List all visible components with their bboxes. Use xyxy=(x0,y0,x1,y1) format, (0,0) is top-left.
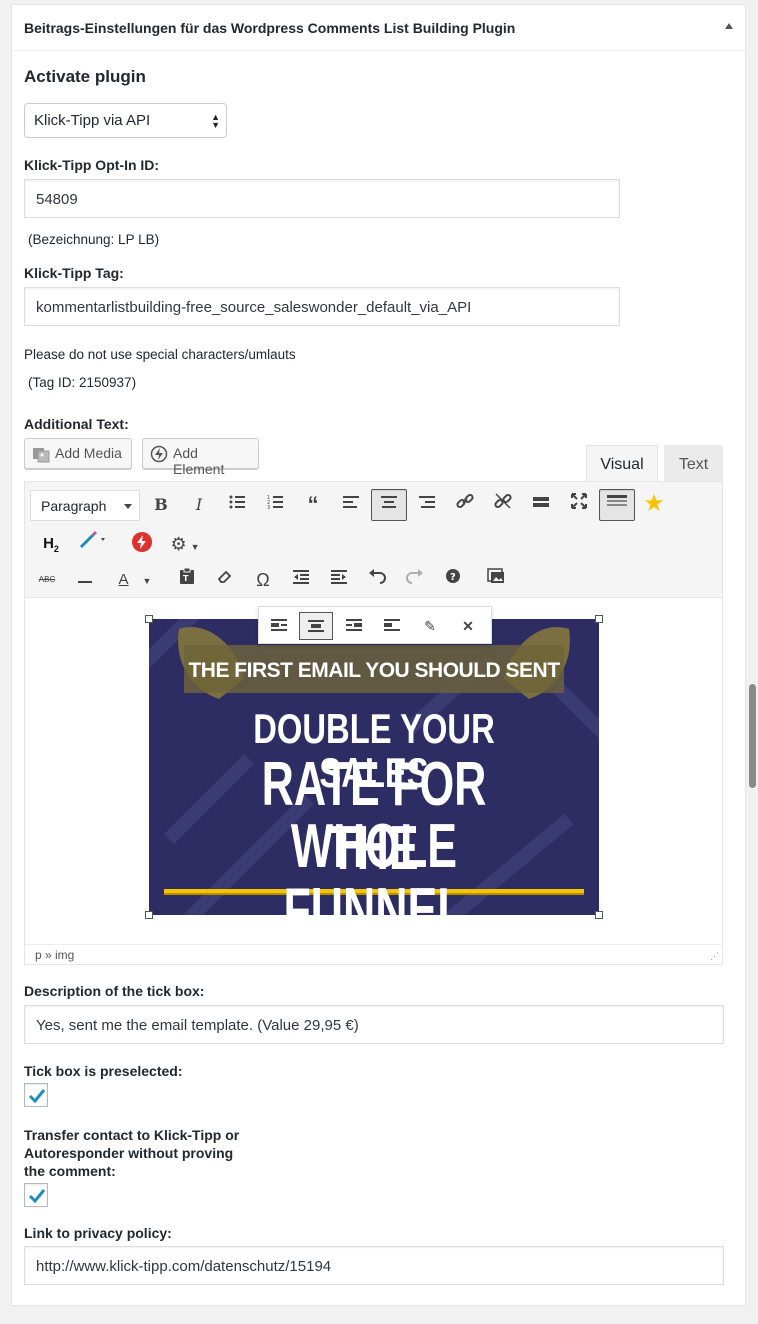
privacy-label: Link to privacy policy: xyxy=(24,1225,172,1241)
omega-icon[interactable]: Ω xyxy=(250,567,276,593)
star-icon[interactable]: ★ xyxy=(641,491,667,517)
help-icon[interactable]: ? xyxy=(440,567,466,593)
editor-content[interactable]: THE FIRST EMAIL YOU SHOULD SENT DOUBLE Y… xyxy=(25,599,722,946)
link-icon[interactable] xyxy=(452,492,478,518)
checkmark-icon xyxy=(28,1189,46,1204)
italic-icon[interactable]: I xyxy=(186,492,212,518)
activate-plugin-select[interactable]: Klick-Tipp via API ▲ ▼ xyxy=(24,103,227,138)
resize-handle-br[interactable] xyxy=(595,911,603,919)
transfer-label: Transfer contact to Klick-Tipp or Autore… xyxy=(24,1126,239,1180)
metabox-header[interactable]: Beitrags-Einstellungen für das Wordpress… xyxy=(12,5,745,51)
optin-id-field[interactable]: 54809 xyxy=(24,179,620,218)
blockquote-icon[interactable]: “ xyxy=(300,492,326,518)
svg-text:T: T xyxy=(183,574,189,583)
transfer-label-line1: Transfer contact to Klick-Tipp or xyxy=(24,1127,240,1143)
text-color-icon[interactable]: A ▼ xyxy=(110,567,160,593)
tickbox-desc-label: Description of the tick box: xyxy=(24,983,205,999)
svg-text:3: 3 xyxy=(267,505,270,509)
redo-icon[interactable] xyxy=(402,567,428,593)
tag-label: Klick-Tipp Tag: xyxy=(24,265,124,281)
align-left-icon[interactable] xyxy=(338,492,364,518)
rich-text-editor: Paragraph B I 123 “ ★ H2 ⚙ ▼ ABC A ▼ T Ω… xyxy=(24,481,723,965)
media-icon xyxy=(32,445,50,463)
tag-warning: Please do not use special characters/uml… xyxy=(24,347,296,362)
chevron-down-icon xyxy=(124,504,132,509)
transfer-label-line2: Autoresponder without proving xyxy=(24,1145,234,1161)
optin-label: Klick-Tipp Opt-In ID: xyxy=(24,157,160,173)
paste-text-icon[interactable]: T xyxy=(174,567,200,593)
add-element-label: Add Element xyxy=(173,445,225,477)
tag-field[interactable]: kommentarlistbuilding-free_source_salesw… xyxy=(24,287,620,326)
preselected-label: Tick box is preselected: xyxy=(24,1063,183,1079)
optin-note: (Bezeichnung: LP LB) xyxy=(28,232,160,247)
resize-handle-tr[interactable] xyxy=(595,615,603,623)
add-media-button[interactable]: Add Media xyxy=(24,438,132,469)
gallery-icon[interactable] xyxy=(483,567,509,593)
bolt-circle-icon xyxy=(150,445,168,463)
unlink-icon[interactable] xyxy=(490,492,516,518)
activate-plugin-select-value: Klick-Tipp via API xyxy=(34,112,151,129)
format-select-value: Paragraph xyxy=(41,498,107,514)
add-element-button[interactable]: Add Element xyxy=(142,438,259,477)
tag-id-note: (Tag ID: 2150937) xyxy=(28,375,137,390)
lightning-red-icon[interactable] xyxy=(129,531,155,557)
checkmark-icon xyxy=(28,1089,46,1104)
heading2-icon[interactable]: H2 xyxy=(38,531,64,557)
transfer-label-line3: the comment: xyxy=(24,1163,116,1179)
resize-grip-icon[interactable]: ⋰ xyxy=(710,951,719,962)
image-line4: WHOLE FUNNEL xyxy=(283,812,465,916)
editor-statusbar: p » img ⋰ xyxy=(25,944,722,964)
resize-handle-bl[interactable] xyxy=(145,911,153,919)
settings-metabox: Beitrags-Einstellungen für das Wordpress… xyxy=(11,4,746,1306)
numbered-list-icon[interactable]: 123 xyxy=(262,492,288,518)
select-arrows-icon: ▲ ▼ xyxy=(211,112,220,130)
gear-icon[interactable]: ⚙ ▼ xyxy=(165,531,205,557)
transfer-checkbox[interactable] xyxy=(24,1183,48,1207)
fullscreen-icon[interactable] xyxy=(566,492,592,518)
additional-text-label: Additional Text: xyxy=(24,416,129,432)
resize-handle-tl[interactable] xyxy=(145,615,153,623)
metabox-title: Beitrags-Einstellungen für das Wordpress… xyxy=(24,20,516,36)
privacy-link-field[interactable]: http://www.klick-tipp.com/datenschutz/15… xyxy=(24,1246,724,1285)
read-more-icon[interactable] xyxy=(528,492,554,518)
image-align-left-icon[interactable] xyxy=(262,612,296,640)
tab-visual[interactable]: Visual xyxy=(586,445,658,483)
activate-heading: Activate plugin xyxy=(24,67,146,86)
image-align-center-icon[interactable] xyxy=(299,612,333,640)
tickbox-desc-field[interactable]: Yes, sent me the email template. (Value … xyxy=(24,1005,724,1044)
email-template-image[interactable]: THE FIRST EMAIL YOU SHOULD SENT DOUBLE Y… xyxy=(149,619,599,915)
align-right-icon[interactable] xyxy=(414,492,440,518)
editor-toolbar: Paragraph B I 123 “ ★ H2 ⚙ ▼ ABC A ▼ T Ω… xyxy=(25,482,722,598)
preselected-checkbox[interactable] xyxy=(24,1083,48,1107)
edit-pencil-icon[interactable]: ✎ xyxy=(413,612,447,640)
tab-text[interactable]: Text xyxy=(664,445,723,483)
magic-wand-icon[interactable] xyxy=(76,530,116,557)
element-path: p » img xyxy=(35,948,75,962)
bold-icon[interactable]: B xyxy=(148,492,174,518)
undo-icon[interactable] xyxy=(364,567,390,593)
image-align-none-icon[interactable] xyxy=(375,612,409,640)
image-line1: THE FIRST EMAIL YOU SHOULD SENT xyxy=(188,659,560,682)
eraser-icon[interactable] xyxy=(212,567,238,593)
bullet-list-icon[interactable] xyxy=(224,492,250,518)
add-media-label: Add Media xyxy=(55,445,122,461)
collapse-arrow-icon[interactable] xyxy=(725,23,733,29)
image-toolbar: ✎ ✕ xyxy=(258,606,492,644)
horizontal-line-icon[interactable] xyxy=(72,567,98,593)
svg-text:?: ? xyxy=(450,572,456,583)
strikethrough-icon[interactable]: ABC xyxy=(34,567,60,593)
outdent-icon[interactable] xyxy=(288,567,314,593)
toolbar-toggle-icon[interactable] xyxy=(599,489,635,521)
align-center-icon[interactable] xyxy=(371,489,407,521)
format-select[interactable]: Paragraph xyxy=(30,490,140,521)
image-align-right-icon[interactable] xyxy=(337,612,371,640)
remove-close-icon[interactable]: ✕ xyxy=(451,612,485,640)
page-scrollbar[interactable] xyxy=(749,684,756,788)
indent-icon[interactable] xyxy=(326,567,352,593)
